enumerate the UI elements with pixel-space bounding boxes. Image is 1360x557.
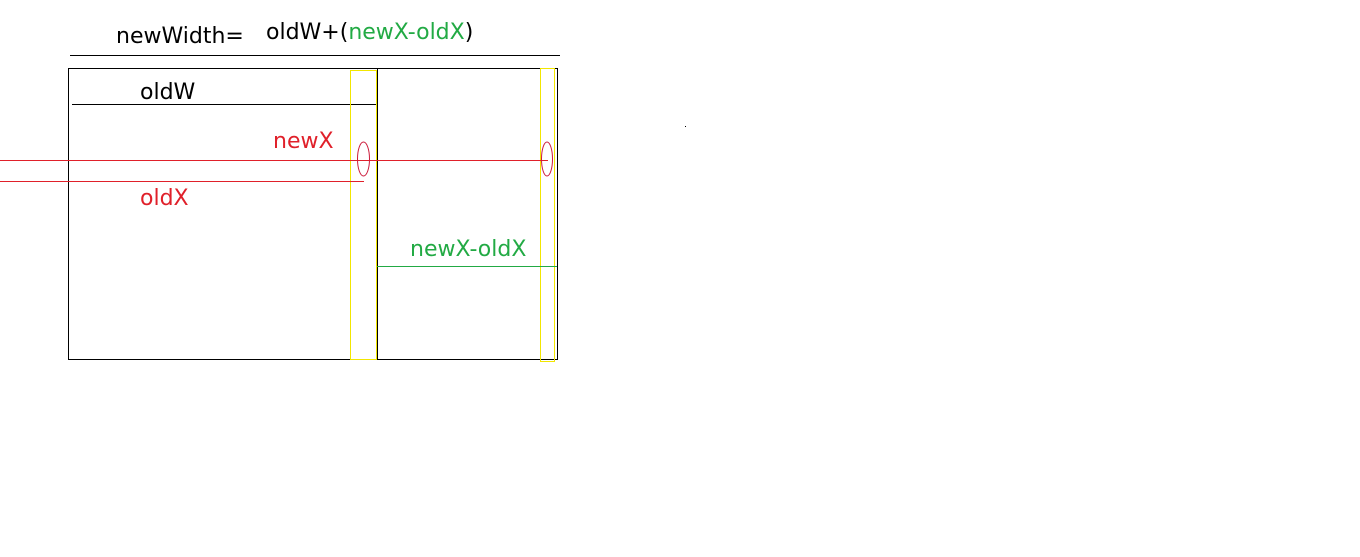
stray-dot bbox=[685, 126, 686, 127]
formula-diff-term: newX-oldX bbox=[348, 20, 465, 45]
formula-rhs: oldW+(newX-oldX) bbox=[266, 22, 473, 44]
formula-old-w-term: oldW+( bbox=[266, 20, 349, 45]
new-cursor-marker bbox=[541, 141, 553, 177]
new-x-label: newX bbox=[273, 129, 334, 154]
diagram-canvas bbox=[0, 55, 686, 362]
new-drag-handle bbox=[540, 68, 555, 362]
difference-label: newX-oldX bbox=[410, 237, 527, 262]
old-drag-handle bbox=[350, 70, 377, 360]
formula-lhs: newWidth= bbox=[116, 24, 244, 49]
old-cursor-marker bbox=[357, 141, 370, 177]
old-width-label: oldW bbox=[140, 80, 196, 105]
formula-close-paren: ) bbox=[464, 20, 474, 45]
new-box bbox=[68, 68, 558, 360]
old-x-label: oldX bbox=[140, 186, 189, 211]
